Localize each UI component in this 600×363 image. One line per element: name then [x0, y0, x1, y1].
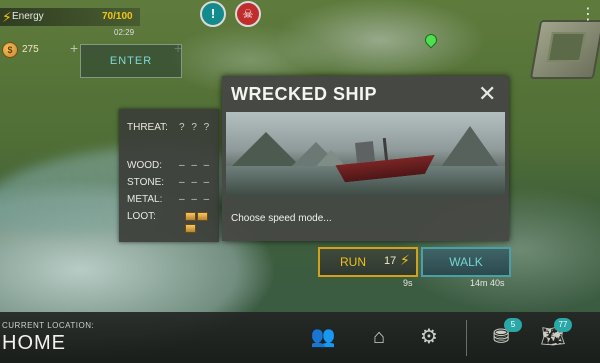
- crafting-icon[interactable]: ⚙: [414, 322, 444, 352]
- walk-button[interactable]: WALK: [421, 247, 511, 277]
- bottom-bar: CURRENT LOCATION: HOME 👥 ⌂ ⚙ ⛃ 5 🗺 77: [0, 312, 600, 363]
- loot-row: LOOT:: [127, 211, 213, 233]
- current-location-label: CURRENT LOCATION:: [2, 321, 95, 330]
- speed-mode-prompt: Choose speed mode...: [231, 213, 332, 224]
- walk-duration: 14m 40s: [470, 278, 505, 288]
- resources-badge: 5: [504, 318, 522, 332]
- threat-row: THREAT: ? ? ?: [127, 122, 213, 136]
- ship-cabin: [355, 141, 375, 163]
- wood-row: WOOD: – – –: [127, 160, 213, 174]
- run-energy-cost: 17: [384, 255, 397, 267]
- close-icon[interactable]: ✕: [478, 83, 496, 105]
- metal-value: – – –: [179, 194, 212, 205]
- ship-mast: [382, 137, 389, 163]
- loot-box-icon: [197, 212, 208, 221]
- coin-count: 275: [22, 44, 39, 55]
- threat-value: ? ? ?: [179, 122, 212, 133]
- lightning-icon: ⚡: [400, 252, 410, 268]
- stone-row: STONE: – – –: [127, 177, 213, 191]
- wood-value: – – –: [179, 160, 212, 171]
- loot-box-icon: [185, 224, 196, 233]
- stone-value: – – –: [179, 177, 212, 188]
- map-pin-icon[interactable]: [422, 31, 440, 49]
- map-icon[interactable]: 🗺 77: [538, 318, 572, 352]
- loot-label: LOOT:: [127, 211, 156, 222]
- metal-row: METAL: – – –: [127, 194, 213, 208]
- run-duration: 9s: [403, 278, 413, 288]
- enter-button[interactable]: ENTER: [80, 44, 182, 78]
- wrecked-ship-image: [226, 112, 505, 196]
- stone-label: STONE:: [127, 177, 165, 188]
- loot-box-icon: [185, 212, 196, 221]
- energy-value: 70/100: [102, 11, 133, 22]
- location-dialog: WRECKED SHIP ✕ Choose speed mode...: [222, 76, 509, 241]
- map-badge: 77: [554, 318, 572, 332]
- loot-boxes: [185, 212, 213, 236]
- lightning-icon: ⚡: [2, 9, 12, 25]
- wood-label: WOOD:: [127, 160, 162, 171]
- group-icon[interactable]: 👥: [308, 322, 338, 352]
- coin-icon: $: [2, 42, 18, 58]
- menu-icon[interactable]: ⋮: [580, 4, 596, 24]
- home-build-icon[interactable]: ⌂: [364, 322, 394, 352]
- divider: [466, 320, 467, 356]
- current-location-value: HOME: [2, 332, 66, 354]
- location-stats-panel: THREAT: ? ? ? WOOD: – – – STONE: – – – M…: [119, 109, 219, 242]
- skull-icon[interactable]: ☠: [235, 1, 261, 27]
- crosshair-icon: +: [70, 40, 79, 56]
- energy-timer: 02:29: [114, 28, 135, 37]
- metal-label: METAL:: [127, 194, 163, 205]
- bunker-building[interactable]: [529, 20, 600, 79]
- dialog-title: WRECKED SHIP: [231, 84, 378, 104]
- run-button[interactable]: RUN 17 ⚡: [318, 247, 418, 277]
- resources-icon[interactable]: ⛃ 5: [486, 318, 522, 352]
- energy-label: Energy: [12, 11, 44, 22]
- threat-label: THREAT:: [127, 122, 168, 133]
- run-label: RUN: [340, 255, 366, 269]
- exclamation-icon[interactable]: !: [200, 1, 226, 27]
